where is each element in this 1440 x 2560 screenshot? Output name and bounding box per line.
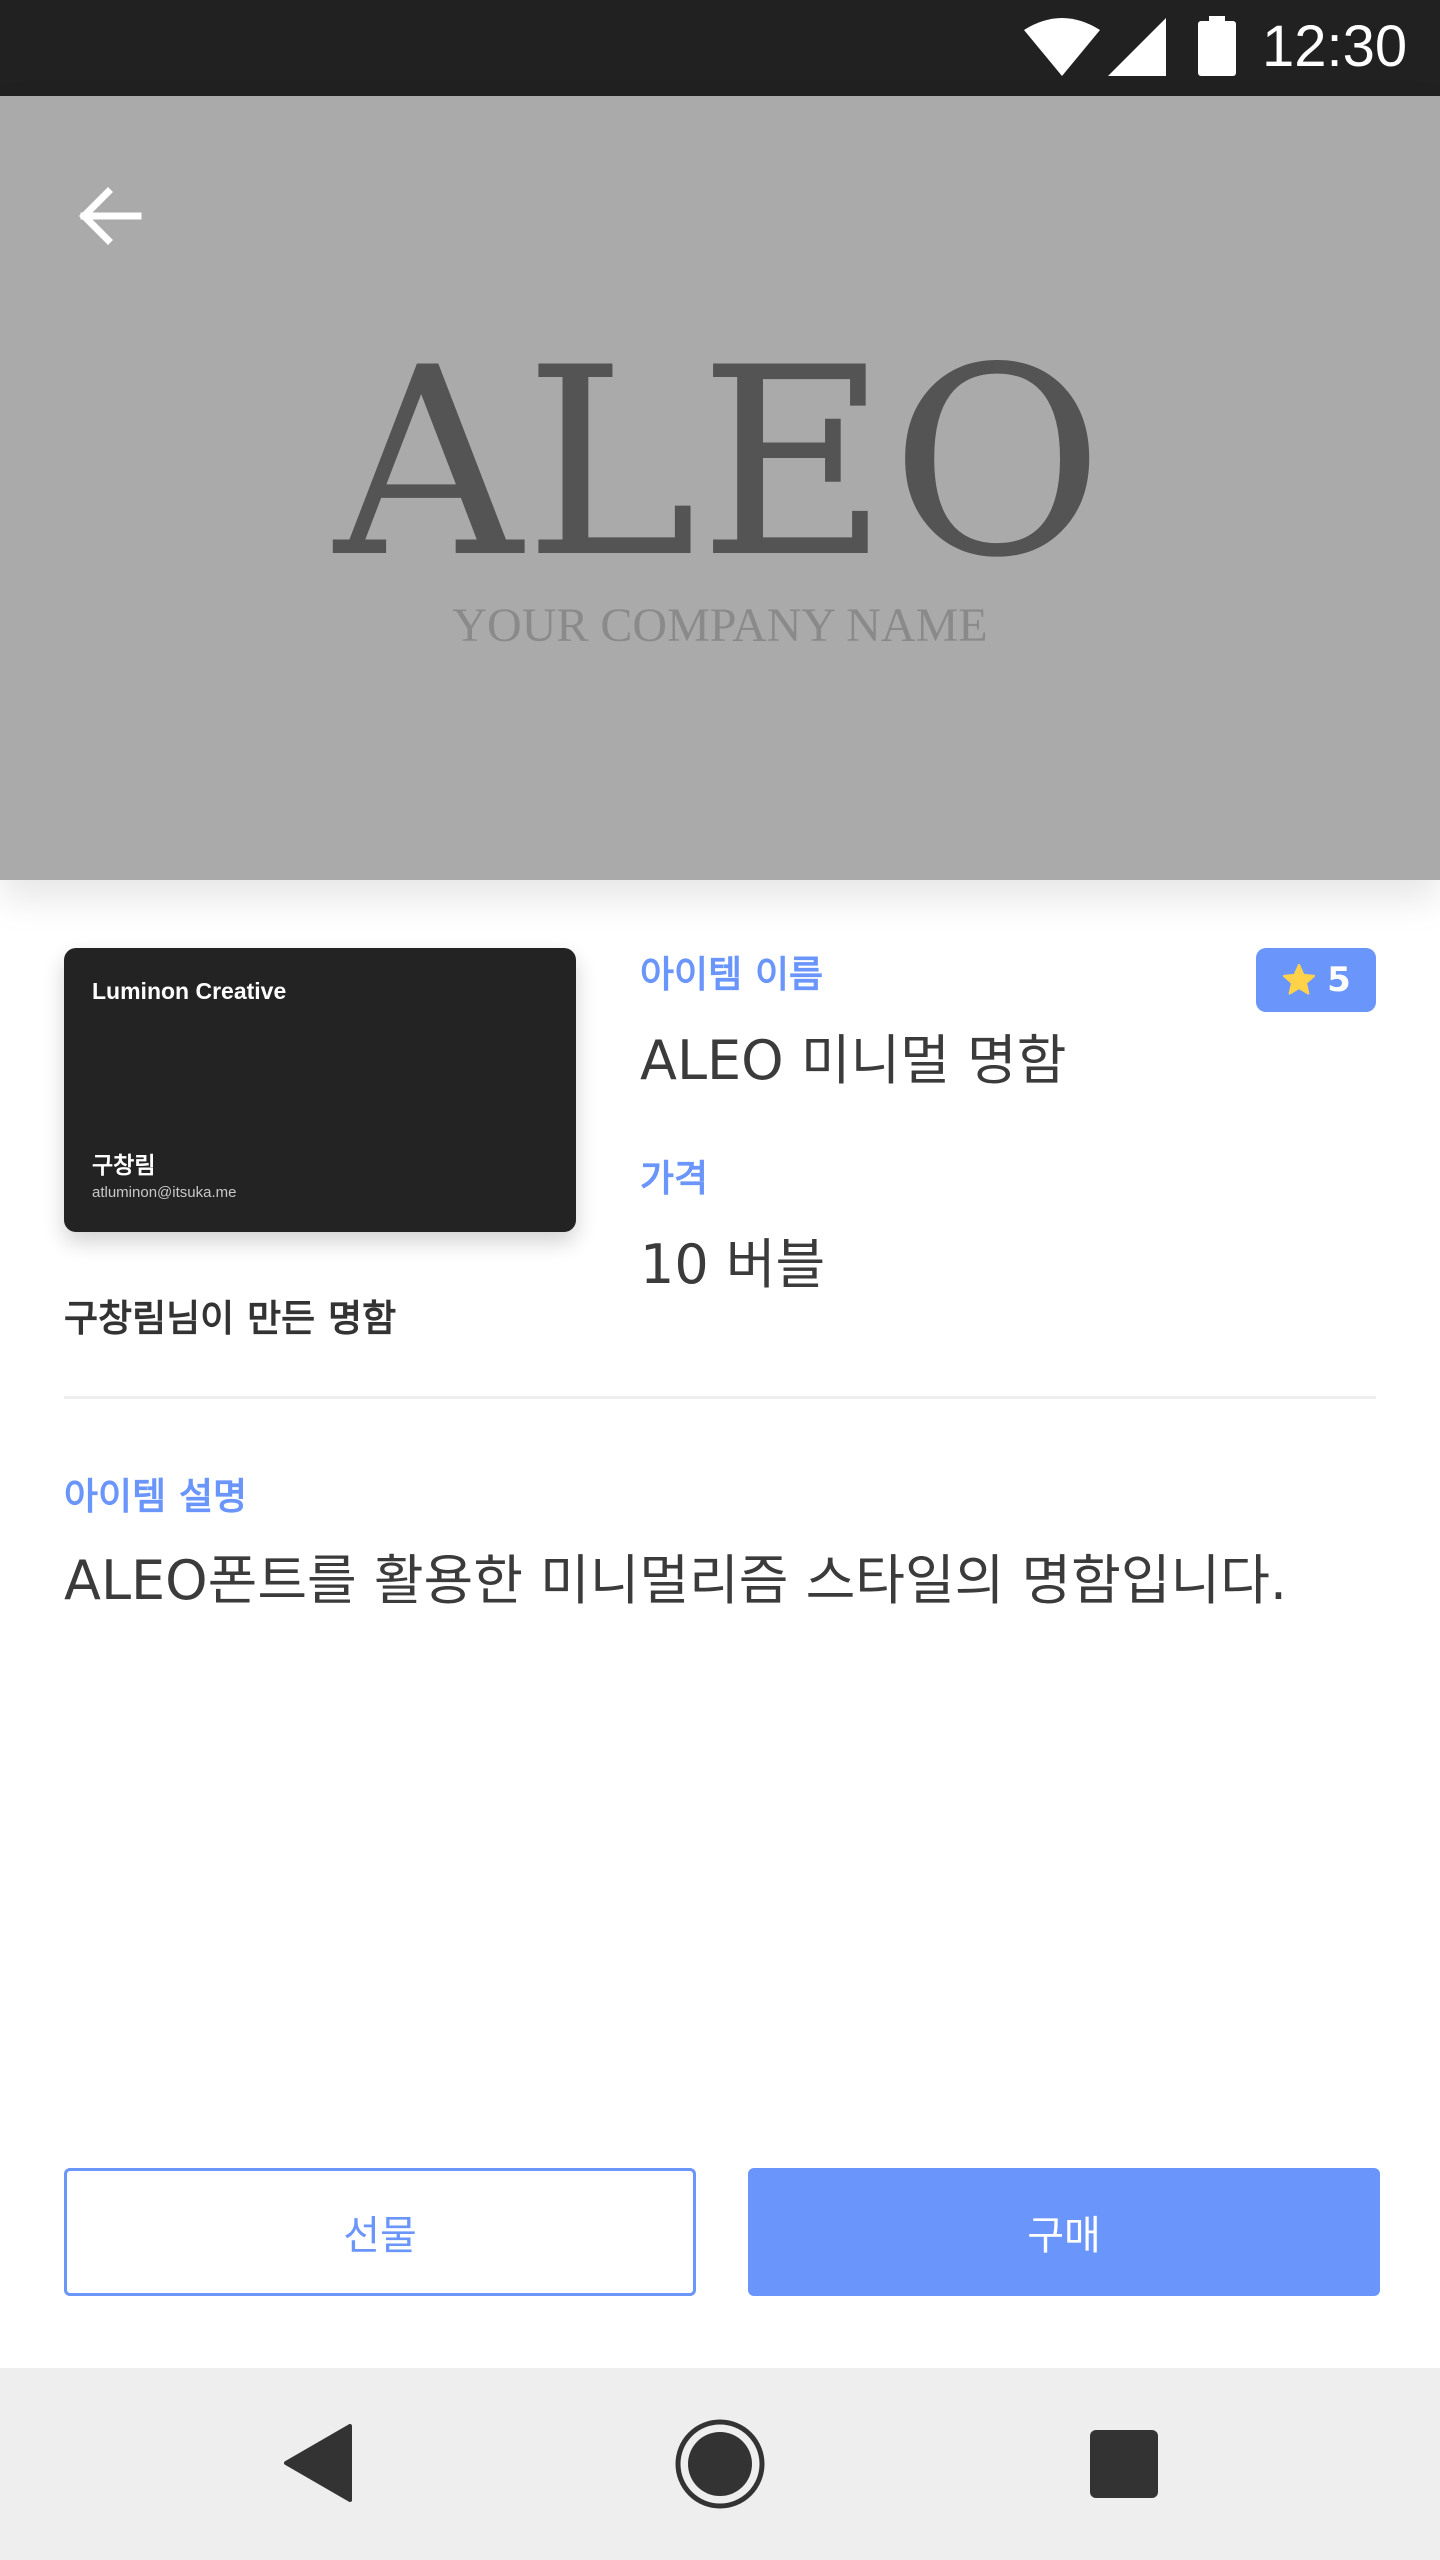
wifi-icon [1024, 18, 1100, 76]
item-name-label: 아이템 이름 [640, 953, 824, 996]
back-button[interactable] [70, 176, 150, 256]
card-company: Luminon Creative [92, 978, 287, 1004]
hero-banner: ALEO YOUR COMPANY NAME [0, 96, 1440, 880]
star-icon [1283, 963, 1316, 995]
card-person-name: 구창림 [92, 1153, 156, 1179]
price-label: 가격 [640, 1157, 709, 1200]
nav-back-icon[interactable] [284, 2424, 352, 2502]
rating-value: 5 [1327, 960, 1351, 1000]
gift-button[interactable]: 선물 [64, 2168, 696, 2296]
business-card-preview[interactable]: Luminon Creative 구창림 atluminon@itsuka.me [64, 948, 576, 1232]
card-email: atluminon@itsuka.me [92, 1184, 237, 1201]
rating-badge[interactable]: 5 [1256, 948, 1376, 1012]
status-bar: 12:30 [0, 0, 1440, 96]
arrow-left-icon [79, 187, 142, 245]
navigation-bar [0, 2368, 1440, 2560]
battery-icon [1198, 16, 1236, 76]
buy-button[interactable]: 구매 [748, 2168, 1380, 2296]
description-label: 아이템 설명 [64, 1475, 248, 1518]
nav-recents-icon[interactable] [1090, 2430, 1158, 2498]
creator-text: 구창림님이 만든 명함 [64, 1297, 397, 1340]
divider [64, 1396, 1376, 1399]
description-text: ALEO폰트를 활용한 미니멀리즘 스타일의 명함입니다. [64, 1549, 1288, 1612]
signal-icon [1108, 18, 1166, 76]
status-time: 12:30 [1262, 14, 1408, 79]
item-name: ALEO 미니멀 명함 [640, 1029, 1067, 1092]
hero-logo-text: ALEO [334, 313, 1106, 615]
price-value: 10 버블 [640, 1233, 826, 1296]
hero-subtitle: YOUR COMPANY NAME [452, 599, 988, 652]
nav-home-icon[interactable] [674, 2418, 766, 2510]
